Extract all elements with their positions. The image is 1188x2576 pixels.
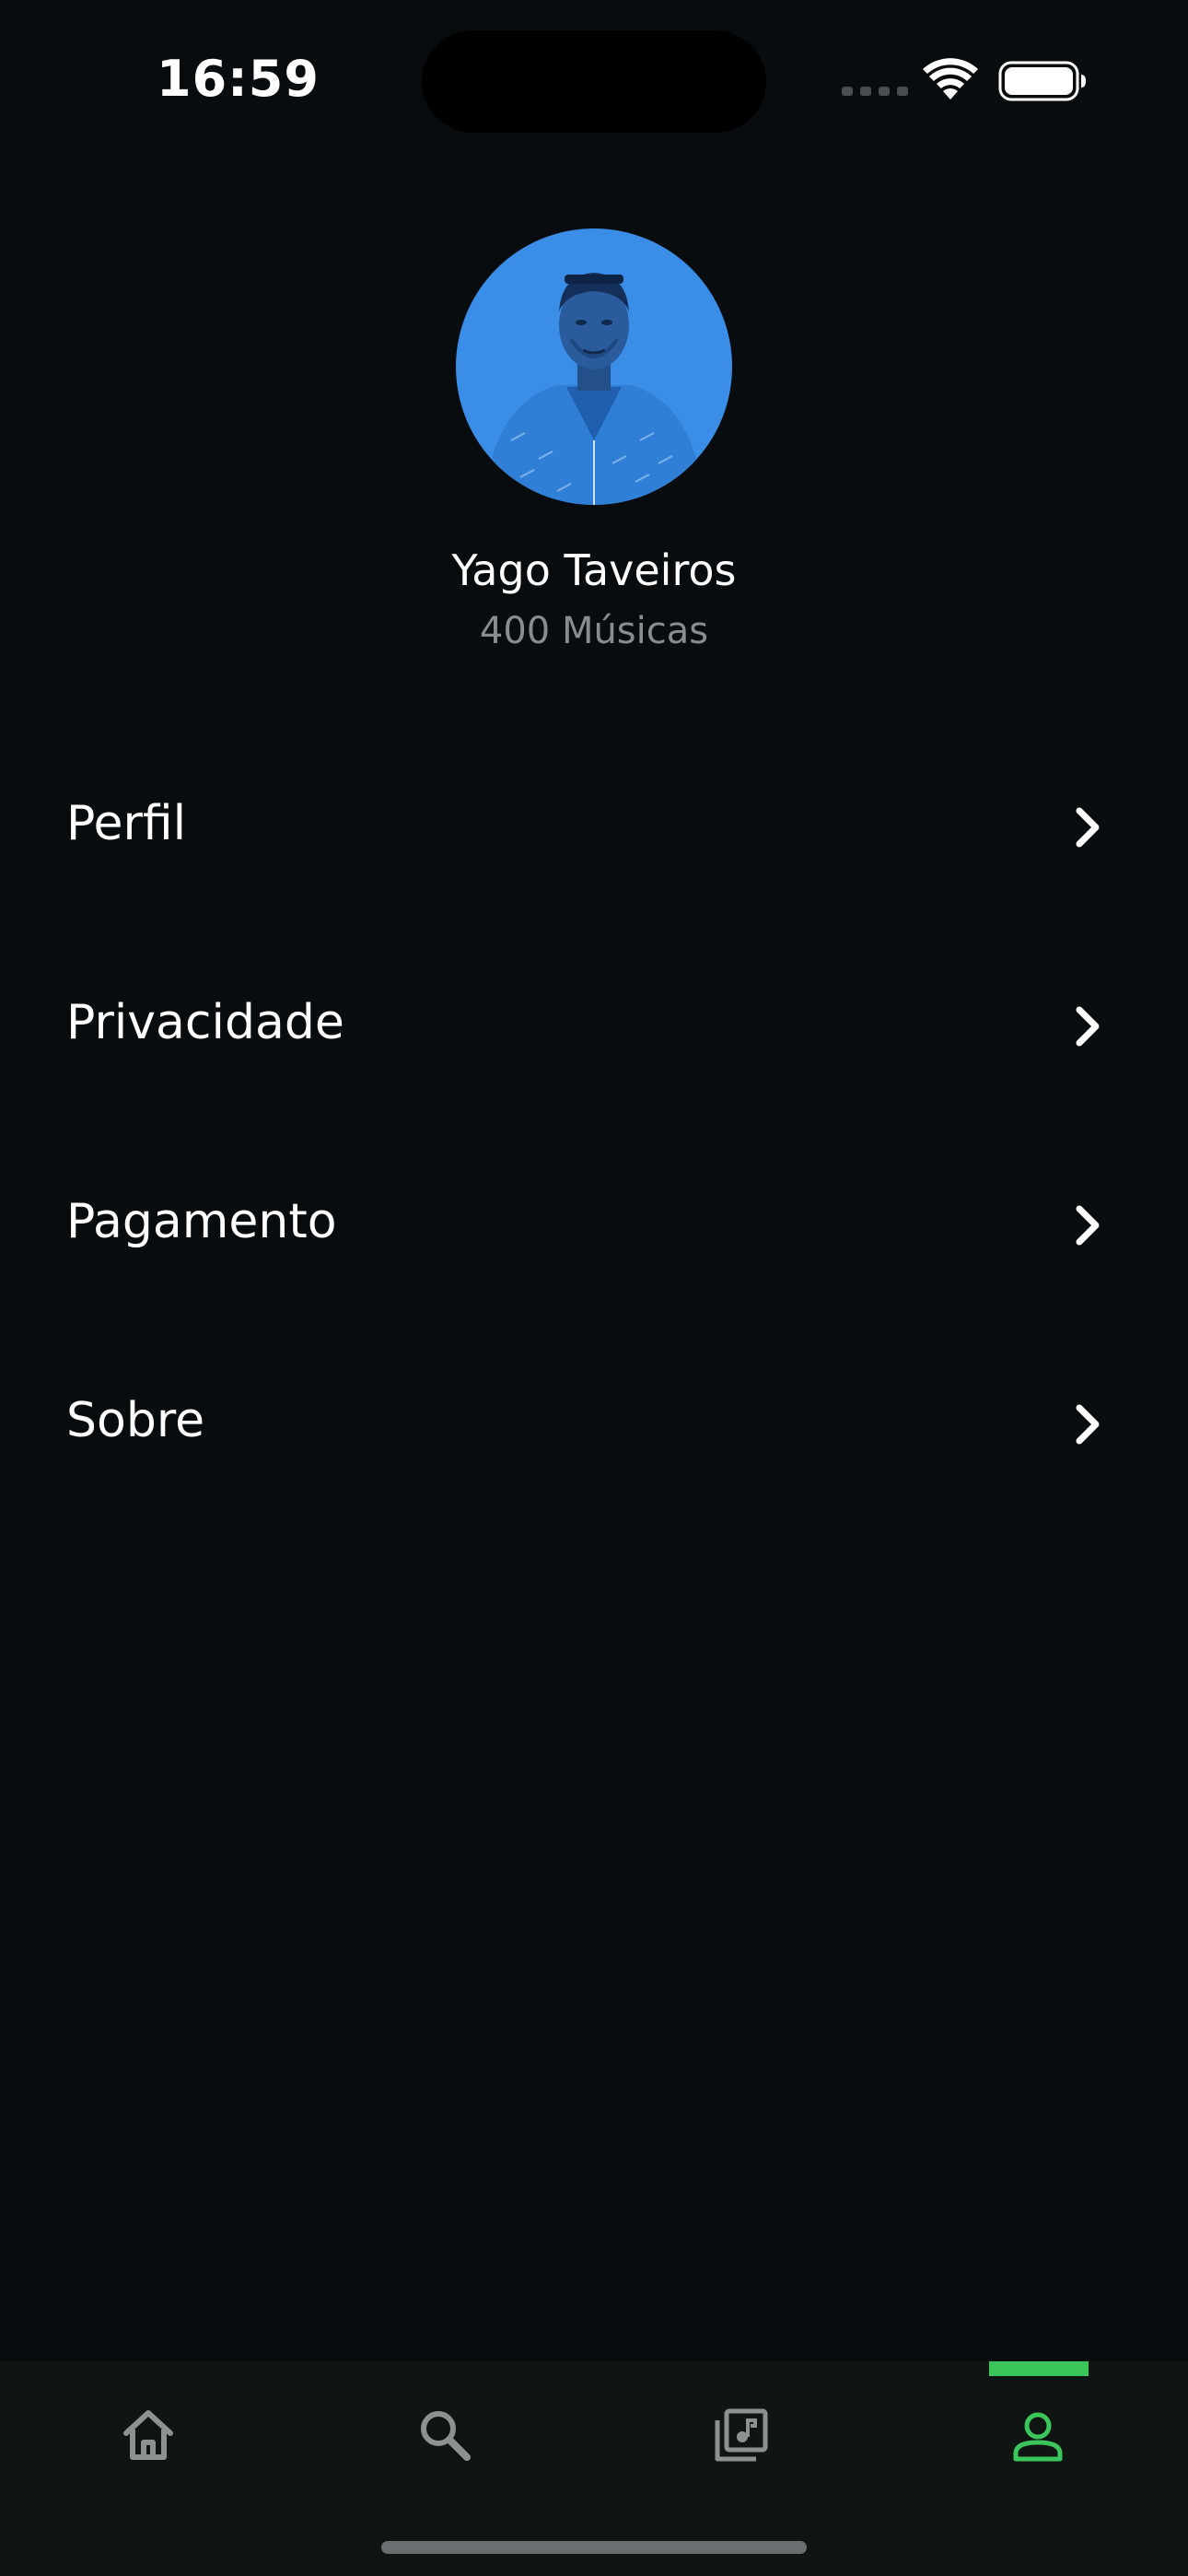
menu-item-label: Pagamento <box>66 1194 337 1249</box>
menu-item-sobre[interactable]: Sobre <box>0 1325 1188 1524</box>
battery-icon <box>998 61 1086 101</box>
library-music-icon <box>715 2408 768 2462</box>
tab-library[interactable] <box>593 2361 890 2546</box>
tab-home[interactable] <box>0 2361 297 2546</box>
menu-item-label: Privacidade <box>66 995 344 1050</box>
menu-item-privacidade[interactable]: Privacidade <box>0 927 1188 1126</box>
menu-item-label: Sobre <box>66 1393 205 1448</box>
cellular-signal-icon <box>842 87 908 96</box>
search-icon <box>421 2411 471 2461</box>
active-tab-indicator <box>989 2361 1089 2376</box>
chevron-right-icon <box>1076 1006 1100 1047</box>
menu-item-label: Perfil <box>66 796 187 851</box>
tab-search[interactable] <box>297 2361 593 2546</box>
chevron-right-icon <box>1076 807 1100 848</box>
status-bar: 16:59 <box>0 0 1188 161</box>
avatar[interactable] <box>456 228 732 505</box>
wifi-icon <box>923 58 978 100</box>
chevron-right-icon <box>1076 1404 1100 1445</box>
status-time: 16:59 <box>157 50 320 108</box>
user-name: Yago Taveiros <box>451 545 737 595</box>
home-icon <box>123 2410 173 2460</box>
tab-profile[interactable] <box>890 2361 1186 2546</box>
dynamic-island <box>422 30 766 133</box>
song-count: 400 Músicas <box>479 610 709 652</box>
person-icon <box>1013 2412 1063 2462</box>
home-indicator[interactable] <box>381 2541 807 2554</box>
menu-item-perfil[interactable]: Perfil <box>0 728 1188 927</box>
menu-item-pagamento[interactable]: Pagamento <box>0 1126 1188 1325</box>
chevron-right-icon <box>1076 1205 1100 1246</box>
avatar-photo <box>456 228 732 505</box>
